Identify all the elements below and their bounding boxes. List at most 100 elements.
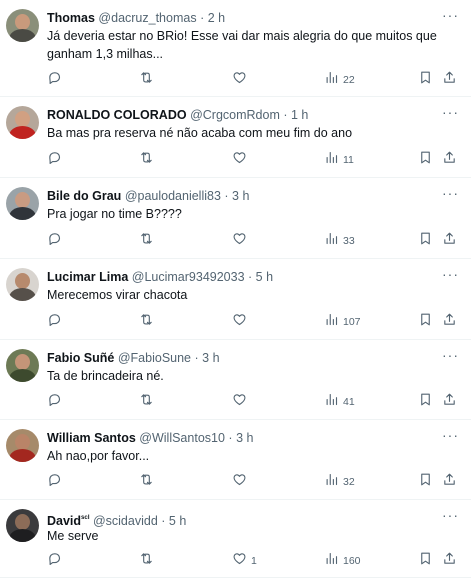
tweet-header: Bile do Grau @paulodanielli83 · 3 h (47, 188, 249, 204)
user-handle[interactable]: @Lucimar93492033 (132, 270, 245, 284)
retweet-button[interactable] (139, 473, 154, 491)
reply-tweet[interactable]: Thomas @dacruz_thomas · 2 h ··· Já dever… (0, 0, 471, 97)
display-name[interactable]: RONALDO COLORADO (47, 108, 187, 122)
user-handle[interactable]: @CrgcomRdom (190, 108, 280, 122)
avatar[interactable] (6, 429, 39, 462)
avatar[interactable] (6, 9, 39, 42)
avatar-body-shape (9, 369, 36, 382)
like-count: 1 (251, 555, 257, 567)
share-button[interactable] (442, 552, 457, 570)
views-button[interactable]: 32 (324, 473, 355, 491)
reply-button[interactable] (47, 151, 62, 169)
bookmark-button[interactable] (418, 232, 433, 250)
avatar[interactable] (6, 509, 39, 542)
retweet-button[interactable] (139, 232, 154, 250)
more-icon[interactable]: ··· (442, 267, 459, 281)
avatar[interactable] (6, 349, 39, 382)
tweet-text: Ba mas pra reserva né não acaba com meu … (47, 126, 353, 140)
display-name[interactable]: Bile do Grau (47, 189, 121, 203)
reply-icon (47, 231, 62, 251)
timestamp[interactable]: 2 h (208, 11, 225, 25)
like-button[interactable] (232, 232, 251, 250)
user-handle[interactable]: @scidavidd (93, 514, 158, 528)
user-handle[interactable]: @WillSantos10 (139, 431, 225, 445)
display-name[interactable]: David (47, 514, 81, 528)
avatar-body-shape (9, 288, 36, 301)
retweet-button[interactable] (139, 393, 154, 411)
display-name[interactable]: Fabio Suñé (47, 351, 114, 365)
timestamp[interactable]: 3 h (232, 189, 249, 203)
share-button[interactable] (442, 313, 457, 331)
retweet-icon (139, 312, 154, 332)
views-button[interactable]: 11 (324, 151, 354, 169)
reply-tweet[interactable]: Lucimar Lima @Lucimar93492033 · 5 h ··· … (0, 259, 471, 340)
like-button[interactable]: 1 (232, 552, 257, 570)
share-button[interactable] (442, 473, 457, 491)
retweet-button[interactable] (139, 552, 154, 570)
retweet-button[interactable] (139, 313, 154, 331)
more-icon[interactable]: ··· (442, 428, 459, 442)
bookmark-button[interactable] (418, 313, 433, 331)
user-handle[interactable]: @paulodanielli83 (125, 189, 221, 203)
view-count: 22 (343, 74, 355, 86)
reply-button[interactable] (47, 232, 62, 250)
retweet-button[interactable] (139, 71, 154, 89)
reply-tweet[interactable]: Fabio Suñé @FabioSune · 3 h ··· Ta de br… (0, 340, 471, 420)
bookmark-button[interactable] (418, 552, 433, 570)
like-button[interactable] (232, 71, 251, 89)
more-icon[interactable]: ··· (442, 186, 459, 200)
view-count: 11 (343, 154, 354, 166)
display-name[interactable]: Lucimar Lima (47, 270, 128, 284)
bookmark-button[interactable] (418, 151, 433, 169)
timestamp[interactable]: 1 h (291, 108, 308, 122)
share-button[interactable] (442, 71, 457, 89)
reply-feed: Thomas @dacruz_thomas · 2 h ··· Já dever… (0, 0, 471, 578)
like-button[interactable] (232, 473, 251, 491)
timestamp[interactable]: 3 h (202, 351, 219, 365)
retweet-button[interactable] (139, 151, 154, 169)
reply-button[interactable] (47, 313, 62, 331)
display-name[interactable]: William Santos (47, 431, 136, 445)
bookmark-button[interactable] (418, 473, 433, 491)
reply-tweet[interactable]: Davidˢᶜᴵ @scidavidd · 5 h ··· Me serve 1… (0, 500, 471, 578)
more-icon[interactable]: ··· (442, 105, 459, 119)
retweet-icon (139, 150, 154, 170)
timestamp[interactable]: 3 h (236, 431, 253, 445)
more-icon[interactable]: ··· (442, 8, 459, 22)
like-button[interactable] (232, 393, 251, 411)
tweet-header: Thomas @dacruz_thomas · 2 h (47, 10, 225, 26)
reply-tweet[interactable]: RONALDO COLORADO @CrgcomRdom · 1 h ··· B… (0, 97, 471, 178)
timestamp[interactable]: 5 h (256, 270, 273, 284)
avatar[interactable] (6, 268, 39, 301)
display-name[interactable]: Thomas (47, 11, 95, 25)
views-button[interactable]: 41 (324, 393, 355, 411)
like-button[interactable] (232, 151, 251, 169)
user-handle[interactable]: @dacruz_thomas (98, 11, 196, 25)
views-button[interactable]: 160 (324, 552, 361, 570)
views-button[interactable]: 107 (324, 313, 361, 331)
more-icon[interactable]: ··· (442, 508, 459, 522)
more-icon[interactable]: ··· (442, 348, 459, 362)
avatar[interactable] (6, 106, 39, 139)
tweet-text: Ta de brincadeira né. (47, 369, 164, 383)
reply-button[interactable] (47, 393, 62, 411)
share-button[interactable] (442, 393, 457, 411)
reply-button[interactable] (47, 71, 62, 89)
avatar[interactable] (6, 187, 39, 220)
bookmark-button[interactable] (418, 393, 433, 411)
reply-button[interactable] (47, 552, 62, 570)
share-button[interactable] (442, 151, 457, 169)
reply-tweet[interactable]: William Santos @WillSantos10 · 3 h ··· A… (0, 420, 471, 500)
views-button[interactable]: 33 (324, 232, 355, 250)
share-button[interactable] (442, 232, 457, 250)
bookmark-button[interactable] (418, 71, 433, 89)
user-handle[interactable]: @FabioSune (118, 351, 191, 365)
tweet-header: RONALDO COLORADO @CrgcomRdom · 1 h (47, 107, 308, 123)
like-button[interactable] (232, 313, 251, 331)
reply-tweet[interactable]: Bile do Grau @paulodanielli83 · 3 h ··· … (0, 178, 471, 259)
avatar-body-shape (9, 529, 36, 542)
reply-button[interactable] (47, 473, 62, 491)
tweet-text: Merecemos virar chacota (47, 288, 188, 302)
timestamp[interactable]: 5 h (169, 514, 186, 528)
views-button[interactable]: 22 (324, 71, 355, 89)
